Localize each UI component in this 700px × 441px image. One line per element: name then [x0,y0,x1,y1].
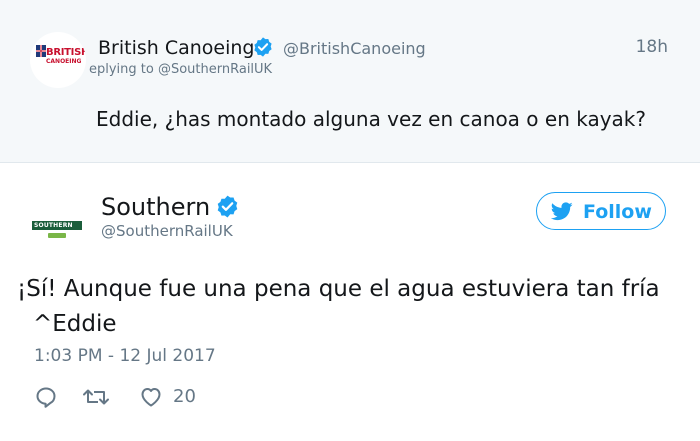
main-tweet-timestamp[interactable]: 1:03 PM - 12 Jul 2017 [34,346,216,366]
british-canoeing-logo-text: BRITISH [46,47,86,58]
main-author-handle[interactable]: @SouthernRailUK [101,222,233,240]
replying-to-label[interactable]: eplying to @SouthernRailUK [88,62,273,77]
parent-tweet-time[interactable]: 18h [636,37,668,57]
verified-badge-icon [217,195,238,218]
like-count: 20 [173,386,196,407]
union-jack-icon [36,45,46,57]
southern-logo-bar [48,233,66,238]
follow-button-label: Follow [583,201,652,223]
parent-tweet[interactable]: BRITISH CANOEING British Canoeing @Briti… [0,0,700,163]
main-tweet-text-line2: ^Eddie [33,311,117,337]
verified-badge-icon [254,37,272,57]
parent-author-handle[interactable]: @BritishCanoeing [283,39,426,58]
twitter-bird-icon [551,202,573,221]
southern-logo-text: SOUTHERN [34,222,73,229]
british-canoeing-avatar[interactable]: BRITISH CANOEING [30,32,86,88]
retweet-icon[interactable] [82,385,110,409]
reply-icon[interactable] [34,385,58,409]
tweet-thread: BRITISH CANOEING British Canoeing @Briti… [0,0,700,441]
main-tweet: SOUTHERN Southern @SouthernRailUK Follow… [0,163,700,441]
heart-icon[interactable] [139,385,163,409]
main-tweet-text-line1: ¡Sí! Aunque fue una pena que el agua est… [17,276,660,302]
british-canoeing-logo-subtext: CANOEING [46,58,82,65]
parent-author-name[interactable]: British Canoeing [98,37,254,59]
follow-button[interactable]: Follow [536,192,666,230]
parent-tweet-text: Eddie, ¿has montado alguna vez en canoa … [96,107,646,131]
southern-avatar[interactable]: SOUTHERN [28,197,86,255]
main-author-name[interactable]: Southern [101,193,210,221]
